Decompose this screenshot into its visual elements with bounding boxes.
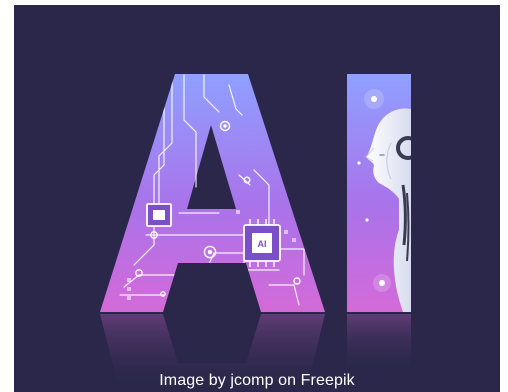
chip-icon: [146, 203, 172, 227]
letter-a: AI: [100, 74, 325, 312]
letter-i: [347, 74, 411, 312]
illustration-frame: AI Image by jcomp on Freepik: [14, 5, 500, 392]
chip-label: AI: [258, 239, 267, 249]
ai-chip-icon: AI: [243, 219, 281, 267]
image-credit: Image by jcomp on Freepik: [159, 372, 355, 389]
ai-robot-illustration: AI: [100, 74, 411, 392]
